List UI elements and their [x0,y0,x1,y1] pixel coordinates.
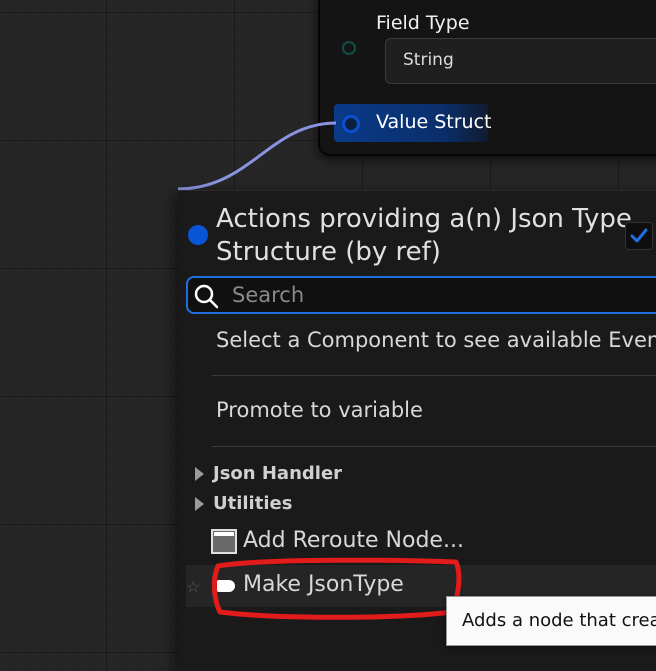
reroute-node-icon [211,529,237,554]
menu-separator [212,375,656,376]
tooltip-text: Adds a node that crea [462,610,656,631]
search-icon [194,284,219,309]
star-icon[interactable]: ☆ [186,577,200,596]
menu-separator [212,446,656,447]
checkmark-icon [630,228,648,243]
expand-arrow-icon[interactable] [195,467,204,481]
menu-item-add-reroute-node[interactable]: Add Reroute Node... [243,528,464,553]
expand-arrow-icon[interactable] [195,497,204,511]
struct-type-dot-icon [188,225,208,245]
menu-item-promote-to-variable[interactable]: Promote to variable [216,398,423,422]
context-sensitive-checkbox[interactable] [625,222,653,250]
menu-item-select-component[interactable]: Select a Component to see available Even… [216,328,656,352]
search-input[interactable] [226,280,656,310]
red-annotation-outline [211,557,462,620]
category-utilities[interactable]: Utilities [213,493,292,514]
category-json-handler[interactable]: Json Handler [213,463,342,484]
menu-title: Actions providing a(n) Json Type Structu… [216,204,632,267]
